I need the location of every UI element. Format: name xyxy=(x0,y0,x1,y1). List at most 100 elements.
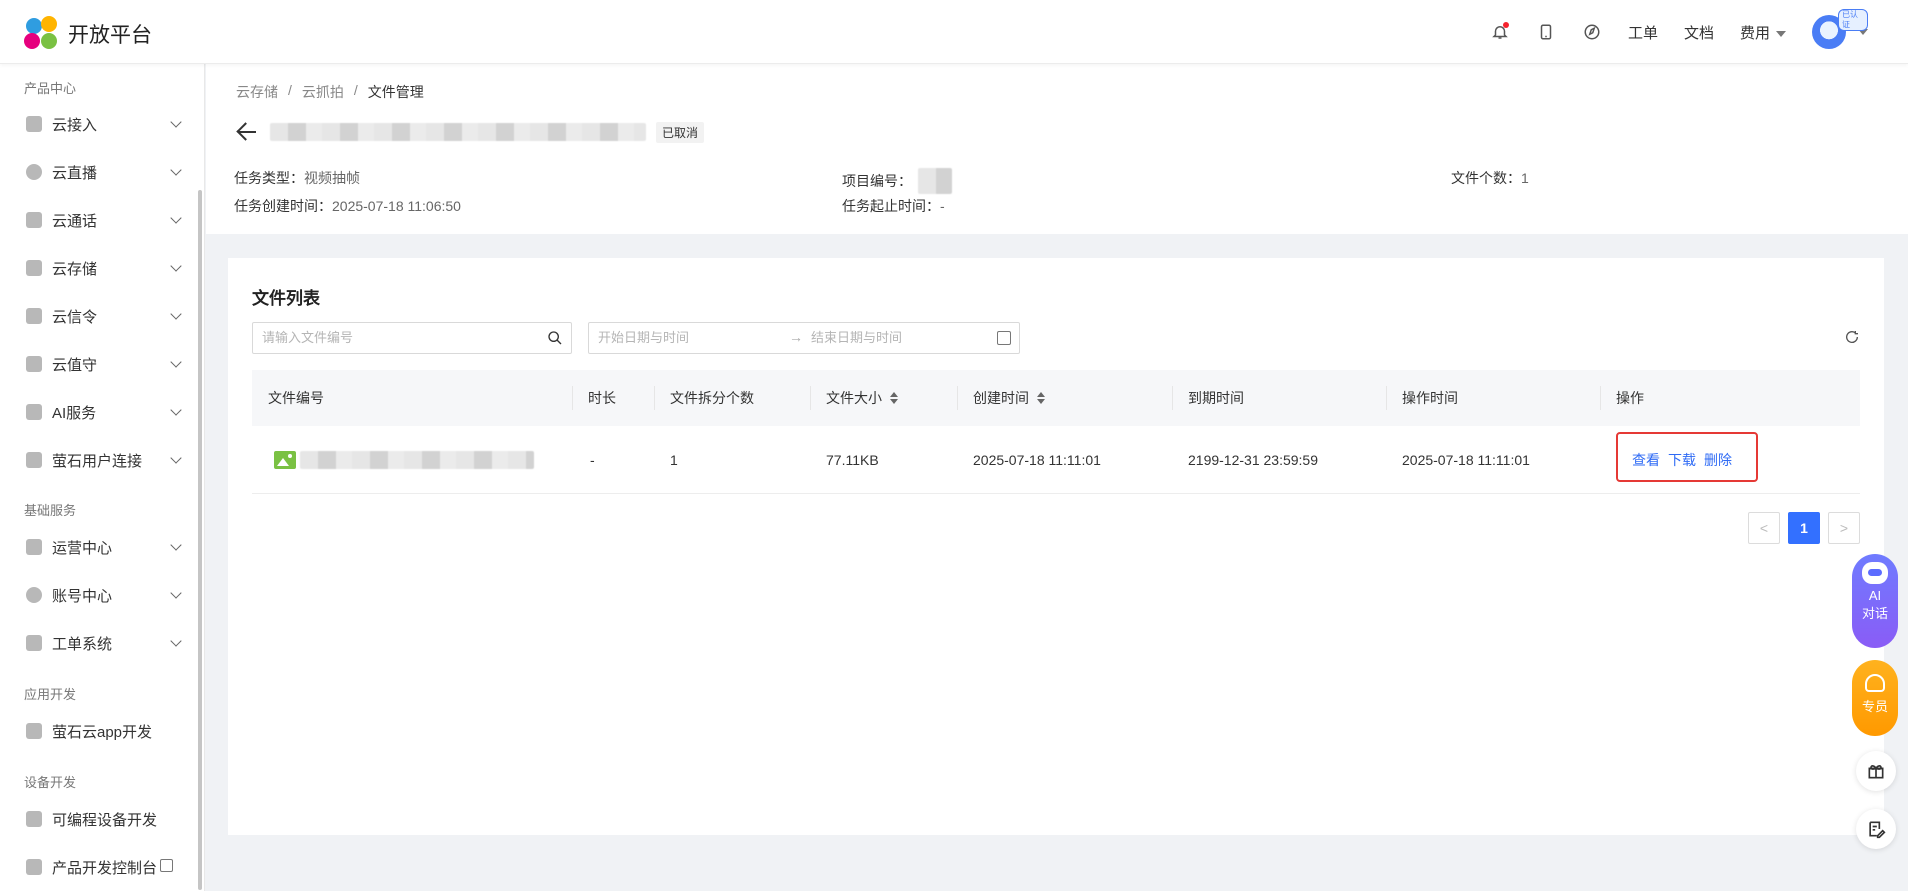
start-datetime-input[interactable] xyxy=(598,330,778,345)
task-period: 任务起止时间：- xyxy=(842,196,945,216)
prev-page-button[interactable]: < xyxy=(1748,512,1780,544)
edit-note-icon xyxy=(1869,821,1886,839)
gift-icon xyxy=(1868,765,1884,779)
file-list-title: 文件列表 xyxy=(252,289,320,308)
task-detail-panel: 云存储 / 云抓拍 / 文件管理 已取消 任务类型：视频抽帧 任务创建时间：20… xyxy=(206,64,1908,234)
chevron-down-icon xyxy=(170,587,182,599)
range-arrow-icon: → xyxy=(789,329,803,345)
sidebar-item-ticket-system[interactable]: 工单系统 xyxy=(0,623,200,663)
cell-created-time: 2025-07-18 11:11:01 xyxy=(973,452,1101,468)
user-menu[interactable]: 已认证 xyxy=(1812,9,1868,49)
sidebar-item-cloud-storage[interactable]: 云存储 xyxy=(0,248,200,288)
cell-operated-time: 2025-07-18 11:11:01 xyxy=(1402,452,1530,468)
user-icon xyxy=(26,587,42,603)
section-title-product-center: 产品中心 xyxy=(24,81,77,96)
sort-icon xyxy=(890,392,898,404)
sidebar-item-label: 云直播 xyxy=(52,164,98,182)
task-type-value: 视频抽帧 xyxy=(304,170,360,186)
download-link[interactable]: 下载 xyxy=(1668,450,1696,470)
project-number-redacted xyxy=(918,168,952,194)
ai-nodes-icon xyxy=(26,404,42,420)
task-created: 任务创建时间：2025-07-18 11:06:50 xyxy=(234,196,461,216)
brand-logo[interactable]: 开放平台 xyxy=(24,16,152,52)
gift-button[interactable] xyxy=(1856,751,1896,791)
task-created-value: 2025-07-18 11:06:50 xyxy=(332,198,461,214)
file-table: 文件编号 时长 文件拆分个数 文件大小 创建时间 到期时间 操作时间 操作 - … xyxy=(252,370,1860,494)
task-id-redacted xyxy=(270,123,646,141)
sidebar-item-cloud-access[interactable]: 云接入 xyxy=(0,104,200,144)
col-actions: 操作 xyxy=(1616,390,1644,406)
breadcrumb-cloud-snapshot[interactable]: 云抓拍 xyxy=(302,82,344,102)
cube-icon xyxy=(26,859,42,875)
chevron-down-icon xyxy=(170,539,182,551)
col-file-size[interactable]: 文件大小 xyxy=(826,370,898,426)
chevron-down-icon xyxy=(170,356,182,368)
next-page-button[interactable]: > xyxy=(1828,512,1860,544)
col-operated-time: 操作时间 xyxy=(1402,390,1458,406)
sidebar-item-cloud-signal[interactable]: 云信令 xyxy=(0,296,200,336)
chevron-down-icon xyxy=(170,404,182,416)
sidebar-item-account[interactable]: 账号中心 xyxy=(0,575,200,615)
code-window-icon xyxy=(26,723,42,739)
ai-chat-button[interactable]: AI 对话 xyxy=(1852,554,1898,648)
expert-support-label: 专员 xyxy=(1861,699,1888,714)
sidebar-item-label: 可编程设备开发 xyxy=(52,811,158,829)
nav-fees-dropdown[interactable]: 费用 xyxy=(1740,22,1786,43)
sidebar-item-cloud-live[interactable]: 云直播 xyxy=(0,152,200,192)
chevron-down-icon xyxy=(170,212,182,224)
delete-link[interactable]: 删除 xyxy=(1704,450,1732,470)
sidebar-item-label: 工单系统 xyxy=(52,635,113,653)
file-number-redacted xyxy=(300,451,534,469)
sidebar-item-programmable-device[interactable]: 可编程设备开发 xyxy=(0,799,200,839)
breadcrumb: 云存储 / 云抓拍 / 文件管理 xyxy=(236,82,424,102)
page-1-button[interactable]: 1 xyxy=(1788,512,1820,544)
calendar-icon[interactable] xyxy=(997,331,1011,345)
sidebar-item-cloud-call[interactable]: 云通话 xyxy=(0,200,200,240)
breadcrumb-file-management: 文件管理 xyxy=(367,84,424,100)
col-created-time-label: 创建时间 xyxy=(973,390,1029,406)
shield-icon xyxy=(26,116,42,132)
compass-icon[interactable] xyxy=(1582,22,1602,42)
feedback-button[interactable] xyxy=(1856,809,1896,849)
breadcrumb-cloud-storage[interactable]: 云存储 xyxy=(236,82,278,102)
status-badge: 已取消 xyxy=(656,121,705,143)
sidebar-item-label: 云值守 xyxy=(52,356,98,374)
expert-support-button[interactable]: 专员 xyxy=(1852,660,1898,736)
end-datetime-input[interactable] xyxy=(811,330,991,345)
nav-tickets[interactable]: 工单 xyxy=(1628,22,1658,43)
chevron-down-icon xyxy=(1776,30,1786,37)
sidebar-item-product-console[interactable]: 产品开发控制台 xyxy=(0,847,200,887)
cell-duration: - xyxy=(590,452,595,468)
file-number-search-input[interactable] xyxy=(262,330,542,345)
sidebar-item-cloud-guard[interactable]: 云值守 xyxy=(0,344,200,384)
task-period-value: - xyxy=(940,198,945,214)
code-window-icon xyxy=(26,811,42,827)
sidebar-item-user-connect[interactable]: 萤石用户连接 xyxy=(0,440,200,480)
message-icon xyxy=(26,308,42,324)
notification-bell-icon[interactable] xyxy=(1490,22,1510,42)
file-count-label: 文件个数： xyxy=(1451,170,1521,186)
sidebar-item-operations[interactable]: 运营中心 xyxy=(0,527,200,567)
ai-chat-label-2: 对话 xyxy=(1861,606,1888,621)
sidebar-item-app-dev[interactable]: 萤石云app开发 xyxy=(0,711,200,751)
task-type: 任务类型：视频抽帧 xyxy=(234,168,360,188)
nav-docs[interactable]: 文档 xyxy=(1684,22,1714,43)
view-link[interactable]: 查看 xyxy=(1632,450,1660,470)
grid-apps-icon xyxy=(26,452,42,468)
document-icon xyxy=(26,635,42,651)
section-title-app-dev: 应用开发 xyxy=(24,687,77,702)
col-file-number: 文件编号 xyxy=(268,390,324,406)
cell-split-count: 1 xyxy=(670,452,678,468)
search-icon[interactable] xyxy=(547,330,563,346)
col-created-time[interactable]: 创建时间 xyxy=(973,370,1045,426)
refresh-icon[interactable] xyxy=(1844,329,1860,345)
sidebar-item-label: 产品开发控制台 xyxy=(52,859,158,877)
task-type-label: 任务类型： xyxy=(234,170,304,186)
sidebar-item-ai-service[interactable]: AI服务 xyxy=(0,392,200,432)
mobile-device-icon[interactable] xyxy=(1536,22,1556,42)
sort-icon xyxy=(1037,392,1045,404)
verified-badge: 已认证 xyxy=(1838,9,1868,31)
back-arrow-icon[interactable] xyxy=(236,120,260,144)
breadcrumb-separator: / xyxy=(288,82,292,98)
task-period-label: 任务起止时间： xyxy=(842,198,940,214)
